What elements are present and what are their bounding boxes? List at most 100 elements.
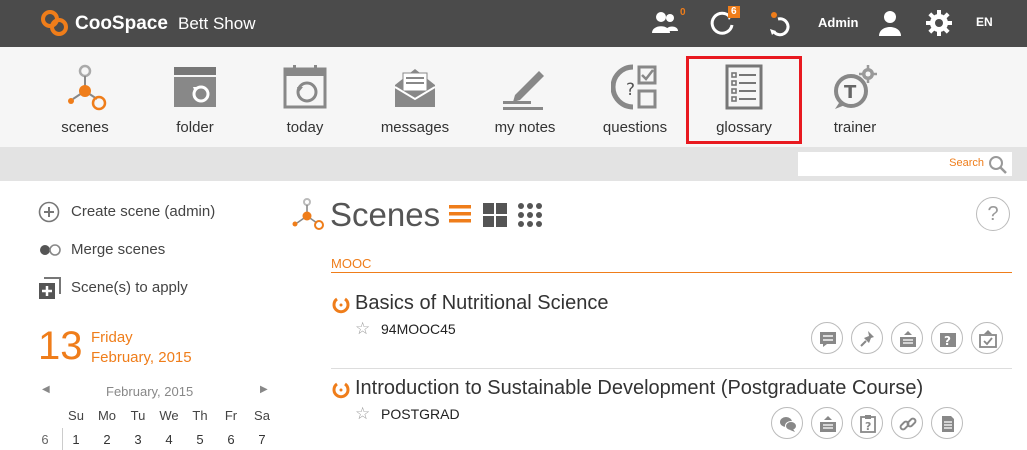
scene-action-button[interactable] <box>851 322 883 354</box>
help-button[interactable]: ? <box>976 197 1010 231</box>
user-name[interactable]: Admin <box>818 15 858 30</box>
search-band: Search <box>0 147 1027 181</box>
scene-action-button[interactable] <box>891 407 923 439</box>
merge-toggle-icon <box>40 244 61 256</box>
module-label: trainer <box>833 119 877 136</box>
course-name[interactable]: Bett Show <box>178 14 256 34</box>
favorite-star-icon[interactable]: ☆ <box>355 319 370 339</box>
search-input[interactable]: Search <box>798 152 1012 176</box>
calendar-day[interactable]: 4 <box>157 432 181 447</box>
weekday-label: Th <box>192 408 208 423</box>
weekday-label: Sa <box>254 408 270 423</box>
glossary-list-icon <box>725 64 763 110</box>
weekday-label: Mo <box>97 408 117 423</box>
clipboard-question-icon: ? <box>860 415 876 433</box>
favorite-star-icon[interactable]: ☆ <box>355 404 370 424</box>
calendar-weekdays: Su Mo Tu We Th Fr Sa <box>38 408 278 426</box>
scene-action-button[interactable]: ? <box>931 322 963 354</box>
row-divider <box>331 368 1012 369</box>
weekday-label: We <box>159 408 179 423</box>
scene-action-button[interactable]: ? <box>851 407 883 439</box>
tray-icon <box>900 331 916 347</box>
scene-action-button[interactable] <box>891 322 923 354</box>
users-badge: 0 <box>680 7 686 18</box>
scenes-icon <box>68 64 107 111</box>
folder-icon <box>174 67 216 107</box>
module-label: messages <box>380 119 450 136</box>
coospace-logo-icon[interactable] <box>40 8 70 38</box>
document-icon <box>942 416 954 432</box>
calendar-next-icon[interactable]: ▶ <box>260 384 268 395</box>
scene-action-button[interactable] <box>971 322 1003 354</box>
scenes-heading-icon <box>292 198 324 230</box>
envelope-icon <box>394 69 436 107</box>
module-label: my notes <box>494 119 556 136</box>
scene-progress-icon <box>332 382 350 399</box>
group-label: MOOC <box>331 256 372 271</box>
list-view-icon[interactable] <box>448 202 472 226</box>
module-label: today <box>286 119 324 136</box>
sync-badge: 6 <box>728 6 740 18</box>
calendar-day[interactable]: 6 <box>219 432 243 447</box>
svg-text:?: ? <box>944 334 951 348</box>
module-questions[interactable]: ? questions <box>580 57 690 145</box>
scene-title[interactable]: Basics of Nutritional Science <box>355 292 608 315</box>
users-icon[interactable] <box>650 9 680 37</box>
module-trainer[interactable]: T trainer <box>800 57 910 145</box>
inbox-check-icon <box>979 330 997 348</box>
undo-arrow-icon[interactable] <box>764 9 794 37</box>
current-day-number: 13 <box>38 324 83 368</box>
module-glossary[interactable]: glossary <box>686 56 802 144</box>
pencil-notes-icon <box>503 71 544 110</box>
calendar-week-row: 6 1 2 3 4 5 6 7 <box>38 432 278 450</box>
module-label: folder <box>176 119 214 136</box>
message-icon <box>820 332 836 347</box>
scene-action-button[interactable] <box>771 407 803 439</box>
module-today[interactable]: today <box>250 57 360 145</box>
svg-text:T: T <box>844 82 857 103</box>
module-messages[interactable]: messages <box>360 57 470 145</box>
weekday-label: Su <box>68 408 84 423</box>
language-switch[interactable]: EN <box>976 15 993 29</box>
calendar-day[interactable]: 3 <box>126 432 150 447</box>
module-label: glossary <box>716 119 772 136</box>
brand-name[interactable]: CooSpace <box>75 13 168 35</box>
svg-text:?: ? <box>865 420 871 433</box>
module-folder[interactable]: folder <box>140 57 250 145</box>
scene-code: POSTGRAD <box>381 406 460 422</box>
question-tray-icon: ? <box>940 333 956 348</box>
calendar-day[interactable]: 7 <box>250 432 274 447</box>
module-scenes[interactable]: scenes <box>30 57 140 145</box>
scene-action-button[interactable] <box>931 407 963 439</box>
questions-icon: ? <box>611 64 657 110</box>
current-month-year: February, 2015 <box>91 349 192 366</box>
module-label: scenes <box>61 119 109 136</box>
scene-progress-icon <box>332 297 350 314</box>
module-label: questions <box>602 119 668 136</box>
scene-title[interactable]: Introduction to Sustainable Development … <box>355 377 923 400</box>
chat-icon <box>780 417 797 432</box>
scene-action-button[interactable] <box>811 322 843 354</box>
search-label: Search <box>949 157 984 169</box>
add-circle-icon <box>38 201 60 223</box>
link-icon <box>899 417 917 431</box>
search-icon[interactable] <box>988 155 1008 175</box>
grid-view-icon[interactable] <box>482 202 508 228</box>
scene-code: 94MOOC45 <box>381 321 456 337</box>
pin-icon <box>860 331 874 347</box>
calendar-day[interactable]: 1 <box>64 432 88 447</box>
calendar-prev-icon[interactable]: ◀ <box>42 384 50 395</box>
merge-scenes-label: Merge scenes <box>71 241 166 258</box>
calendar-day[interactable]: 5 <box>188 432 212 447</box>
module-my-notes[interactable]: my notes <box>470 57 580 145</box>
calendar-day[interactable]: 2 <box>95 432 119 447</box>
gear-icon[interactable] <box>924 9 954 37</box>
tile-view-icon[interactable] <box>517 202 543 228</box>
current-weekday: Friday <box>91 329 133 346</box>
module-bar: scenes folder today messages my notes ? … <box>0 47 1027 147</box>
group-divider <box>331 272 1012 273</box>
trainer-icon: T <box>834 65 877 109</box>
profile-icon[interactable] <box>875 9 905 37</box>
scene-action-button[interactable] <box>811 407 843 439</box>
svg-text:?: ? <box>626 80 635 100</box>
